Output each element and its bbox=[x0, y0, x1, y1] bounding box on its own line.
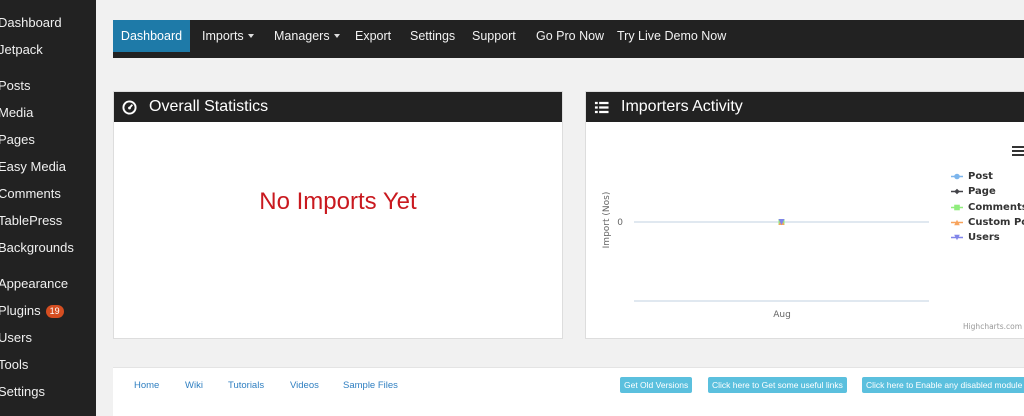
legend-symbol bbox=[951, 188, 963, 195]
chart-credit[interactable]: Highcharts.com bbox=[963, 322, 1022, 331]
panel-title: Importers Activity bbox=[621, 98, 743, 115]
sidebar-item-label: Tools bbox=[0, 357, 29, 372]
nav-imports[interactable]: Imports bbox=[202, 20, 254, 52]
legend-label: Users bbox=[968, 232, 1000, 244]
overall-statistics-panel: Overall Statistics No Imports Yet bbox=[113, 91, 563, 339]
legend-item-comments[interactable]: Comments bbox=[951, 200, 1024, 215]
sidebar-item-backgrounds[interactable]: Backgrounds bbox=[0, 240, 74, 256]
nav-label: Dashboard bbox=[120, 29, 183, 43]
footer-link-tutorials[interactable]: Tutorials bbox=[228, 380, 264, 391]
legend-item-users[interactable]: Users bbox=[951, 230, 1024, 245]
legend-symbol bbox=[951, 204, 963, 210]
enable-module-button[interactable]: Click here to Enable any disabled module bbox=[862, 377, 1024, 393]
legend-item-page[interactable]: Page bbox=[951, 184, 1024, 199]
footer-link-home[interactable]: Home bbox=[134, 380, 159, 391]
list-icon bbox=[594, 101, 609, 114]
sidebar-item-label: Pages bbox=[0, 132, 35, 147]
legend-label: Custom Pos bbox=[968, 216, 1024, 228]
sidebar-item-label: Dashboard bbox=[0, 15, 62, 30]
nav-export[interactable]: Export bbox=[355, 20, 391, 52]
sidebar-item-media[interactable]: Media bbox=[0, 105, 33, 121]
sidebar-item-posts[interactable]: Posts bbox=[0, 78, 31, 94]
panel-title: Overall Statistics bbox=[149, 98, 269, 115]
legend-label: Page bbox=[968, 186, 996, 198]
admin-sidebar: Dashboard Jetpack Posts Media Pages Easy… bbox=[0, 0, 96, 416]
useful-links-button[interactable]: Click here to Get some useful links bbox=[708, 377, 847, 393]
legend-item-post[interactable]: Post bbox=[951, 169, 1024, 184]
nav-label: Try Live Demo Now bbox=[617, 29, 727, 43]
importers-activity-panel: Importers Activity Import (Nos) 0 Aug Hi… bbox=[585, 91, 1024, 339]
footer-link-videos[interactable]: Videos bbox=[290, 380, 319, 391]
chart-menu-icon[interactable] bbox=[1012, 146, 1024, 157]
caret-down-icon bbox=[333, 34, 340, 38]
legend-item-custom-pos[interactable]: Custom Pos bbox=[951, 215, 1024, 230]
dashboard-gauge-icon bbox=[122, 100, 137, 115]
importers-activity-chart: Import (Nos) 0 Aug bbox=[602, 192, 929, 320]
sidebar-item-label: Settings bbox=[0, 384, 45, 399]
sidebar-item-tools[interactable]: Tools bbox=[0, 357, 28, 373]
sidebar-item-pages[interactable]: Pages bbox=[0, 132, 35, 148]
sidebar-item-label: TablePress bbox=[0, 213, 63, 228]
nav-go-pro[interactable]: Go Pro Now bbox=[536, 20, 604, 52]
y-axis-label: Import (Nos) bbox=[602, 192, 612, 249]
sidebar-item-label: Appearance bbox=[0, 276, 69, 291]
sidebar-item-users[interactable]: Users bbox=[0, 330, 32, 346]
footer-bar: Home Wiki Tutorials Videos Sample Files … bbox=[113, 367, 1024, 416]
sidebar-item-label: Media bbox=[0, 105, 34, 120]
panel-header: Overall Statistics bbox=[114, 92, 562, 122]
nav-label: Export bbox=[355, 29, 392, 43]
nav-label: Support bbox=[472, 29, 516, 43]
nav-label: Go Pro Now bbox=[536, 29, 605, 43]
plugin-top-nav: Dashboard Imports Managers Export Settin… bbox=[113, 20, 1024, 58]
nav-dashboard[interactable]: Dashboard bbox=[113, 20, 190, 52]
legend-symbol bbox=[951, 219, 963, 226]
chart-legend: Post Page Comments Custom Pos Users bbox=[951, 169, 1024, 245]
nav-live-demo[interactable]: Try Live Demo Now bbox=[617, 20, 726, 52]
caret-down-icon bbox=[247, 34, 254, 38]
y-tick-label: 0 bbox=[617, 218, 623, 228]
sidebar-item-label: Jetpack bbox=[0, 42, 43, 57]
sidebar-item-tablepress[interactable]: TablePress bbox=[0, 213, 62, 229]
sidebar-item-comments[interactable]: Comments bbox=[0, 186, 61, 202]
empty-state-message: No Imports Yet bbox=[259, 188, 417, 215]
nav-settings[interactable]: Settings bbox=[410, 20, 455, 52]
sidebar-item-plugins[interactable]: Plugins 19 bbox=[0, 303, 64, 319]
sidebar-item-label: Backgrounds bbox=[0, 240, 74, 255]
legend-label: Post bbox=[968, 171, 993, 182]
sidebar-item-dashboard[interactable]: Dashboard bbox=[0, 15, 62, 31]
nav-label: Settings bbox=[410, 29, 456, 43]
sidebar-item-jetpack[interactable]: Jetpack bbox=[0, 42, 43, 58]
sidebar-item-label: Plugins bbox=[0, 303, 41, 318]
legend-symbol bbox=[951, 234, 963, 241]
plugins-update-badge: 19 bbox=[45, 305, 64, 318]
sidebar-item-label: Comments bbox=[0, 186, 61, 201]
nav-label: Managers bbox=[274, 29, 330, 43]
x-tick-label: Aug bbox=[773, 310, 791, 320]
footer-link-wiki[interactable]: Wiki bbox=[185, 380, 203, 391]
nav-label: Imports bbox=[202, 29, 244, 43]
footer-link-sample-files[interactable]: Sample Files bbox=[343, 380, 398, 391]
panel-header: Importers Activity bbox=[586, 92, 1024, 122]
legend-symbol bbox=[951, 173, 963, 180]
sidebar-item-label: Posts bbox=[0, 78, 31, 93]
nav-managers[interactable]: Managers bbox=[274, 20, 340, 52]
sidebar-item-easy-media[interactable]: Easy Media bbox=[0, 159, 66, 175]
legend-label: Comments bbox=[968, 201, 1024, 213]
sidebar-item-label: Easy Media bbox=[0, 159, 66, 174]
sidebar-item-label: Users bbox=[0, 330, 32, 345]
sidebar-item-appearance[interactable]: Appearance bbox=[0, 276, 68, 292]
get-old-versions-button[interactable]: Get Old Versions bbox=[620, 377, 693, 393]
nav-support[interactable]: Support bbox=[472, 20, 516, 52]
sidebar-item-settings[interactable]: Settings bbox=[0, 384, 45, 400]
